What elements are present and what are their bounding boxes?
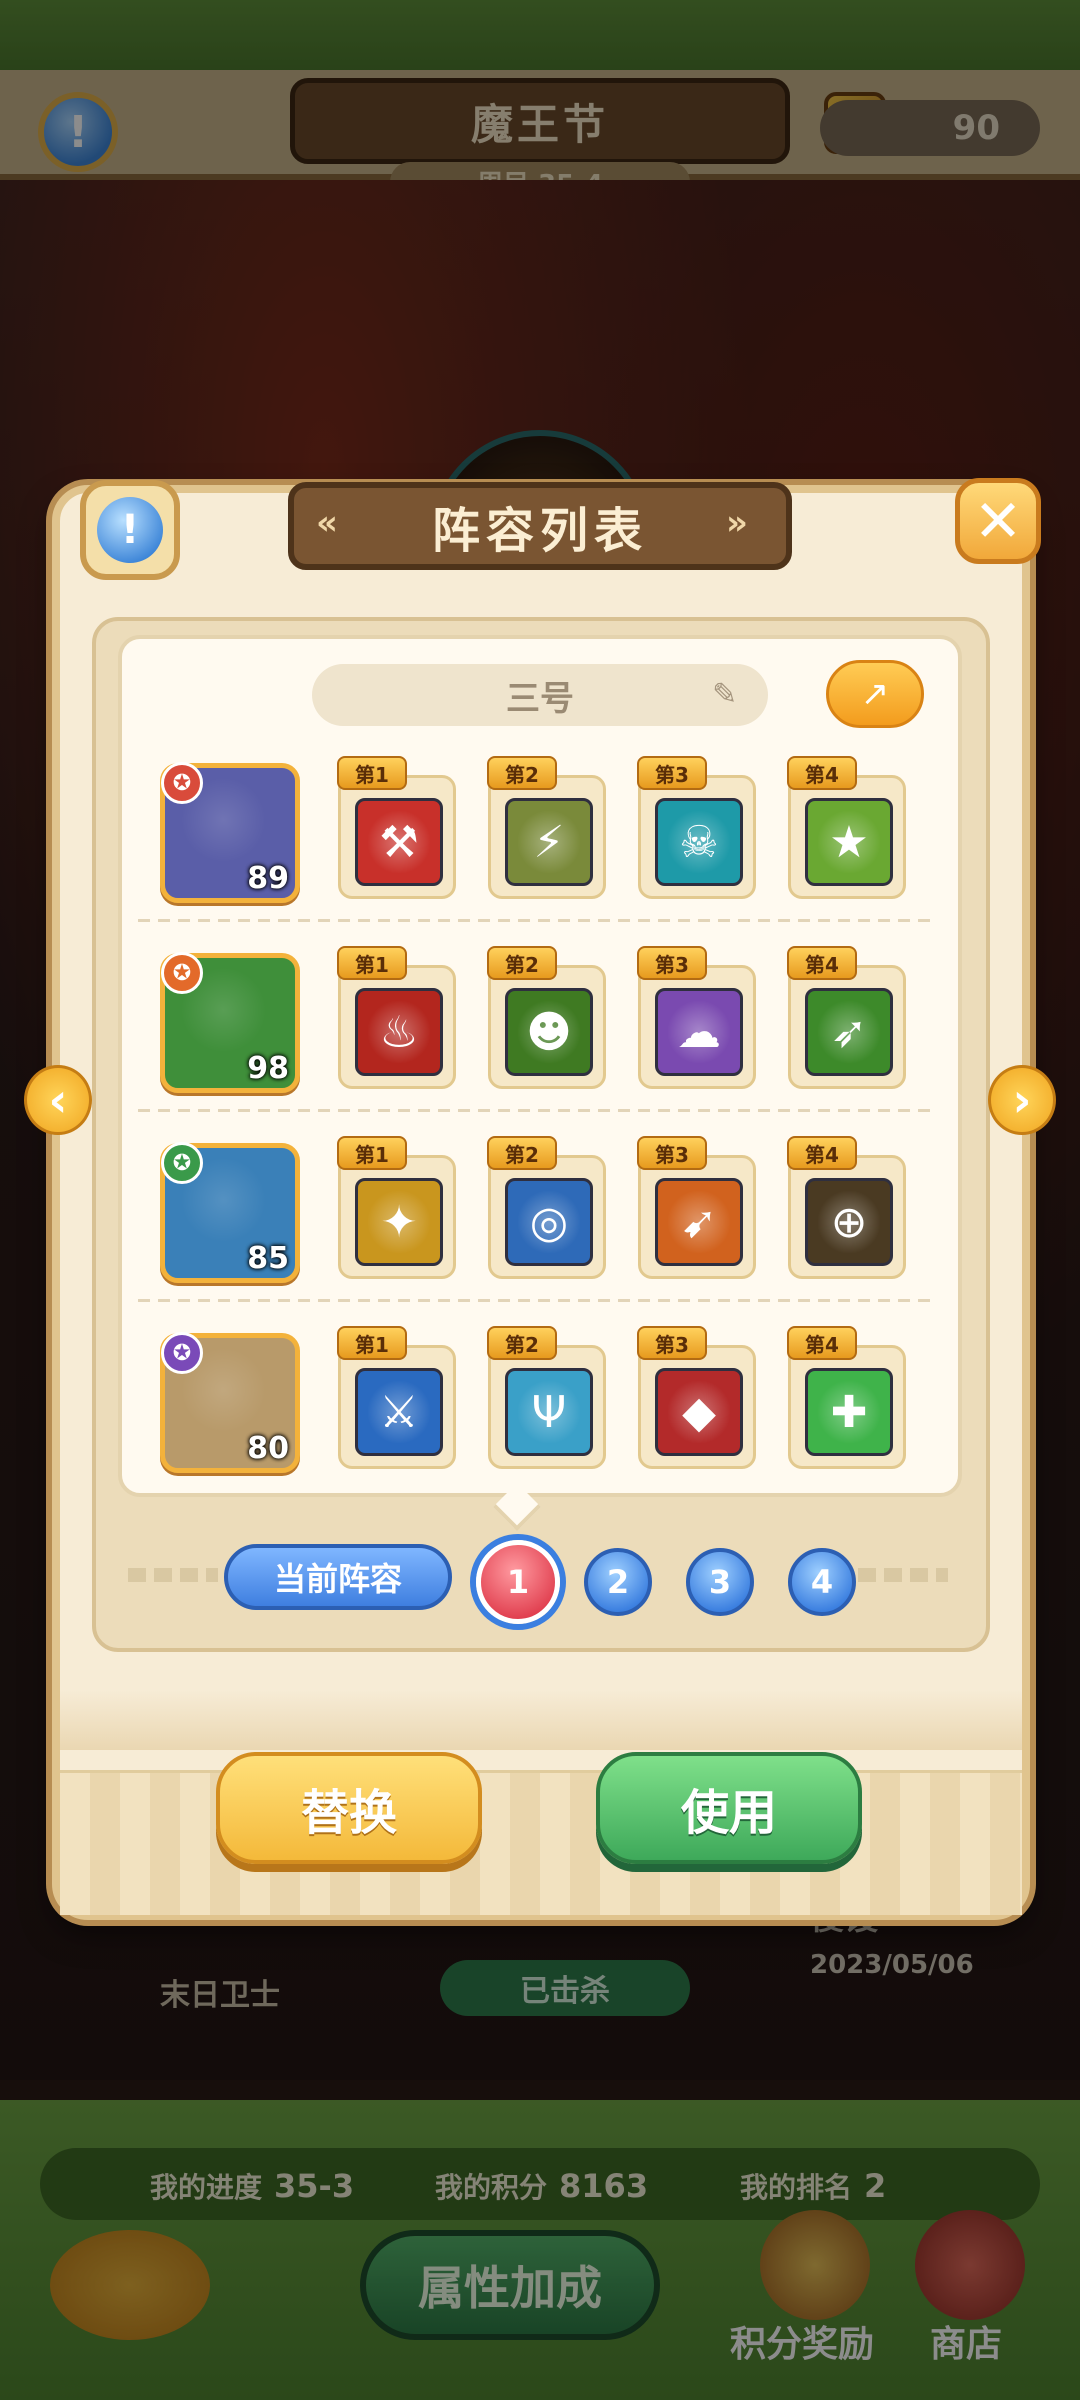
dash-icon: ➶	[805, 988, 893, 1076]
mask-icon: ◆	[655, 1368, 743, 1456]
flame-figure-icon: ♨	[355, 988, 443, 1076]
hero-level: 89	[247, 861, 289, 896]
sword-drop-icon: ⚔	[355, 1368, 443, 1456]
skill-order-tag: 第2	[487, 756, 557, 790]
skill-slot[interactable]: 第2 Ψ	[487, 1326, 606, 1469]
lineup-info-button[interactable]: !	[80, 480, 180, 580]
skill-order-tag: 第1	[337, 1136, 407, 1170]
modal-title-text: 阵容列表	[431, 503, 648, 559]
hero-class-badge-icon: ✪	[161, 1332, 203, 1374]
skill-slot[interactable]: 第2 ⚡	[487, 756, 606, 899]
skill-slot[interactable]: 第1 ♨	[337, 946, 456, 1089]
ghost-icon: ☁	[655, 988, 743, 1076]
button-strip	[60, 1770, 1022, 1915]
hero-class-badge-icon: ✪	[161, 1142, 203, 1184]
hero-level: 98	[247, 1051, 289, 1086]
trident-icon: Ψ	[505, 1368, 593, 1456]
lineup-row: ✪ 89 第1 ⚒ 第2 ⚡ 第3 ☠ 第4 ★	[138, 747, 938, 917]
tornado-icon: ◎	[505, 1178, 593, 1266]
target-icon: ⊕	[805, 1178, 893, 1266]
heal-icon: ✚	[805, 1368, 893, 1456]
skill-order-tag: 第4	[787, 1136, 857, 1170]
close-button[interactable]: ✕	[955, 478, 1041, 564]
lineup-name-field[interactable]: 三号	[312, 664, 768, 726]
skill-slot[interactable]: 第1 ⚒	[337, 756, 456, 899]
skill-slot[interactable]: 第4 ★	[787, 756, 906, 899]
skill-order-tag: 第3	[637, 1326, 707, 1360]
skill-order-tag: 第4	[787, 1326, 857, 1360]
share-icon: ↗	[860, 674, 890, 714]
info-icon: !	[97, 497, 163, 563]
row-divider	[138, 919, 938, 922]
skill-order-tag: 第1	[337, 946, 407, 980]
skill-slot[interactable]: 第3 ☠	[637, 756, 756, 899]
page-button-4[interactable]: 4	[788, 1548, 856, 1616]
title-right-ornament-icon: »	[726, 503, 754, 543]
next-lineup-arrow-icon[interactable]: ›	[988, 1065, 1056, 1135]
hero-level: 80	[247, 1431, 289, 1466]
lineup-pager: 当前阵容 1 2 3 4	[118, 1534, 962, 1624]
close-icon: ✕	[973, 487, 1023, 555]
skill-slot[interactable]: 第1 ✦	[337, 1136, 456, 1279]
hero-portrait[interactable]: ✪ 80	[160, 1332, 300, 1473]
prev-lineup-arrow-icon[interactable]: ‹	[24, 1065, 92, 1135]
skill-order-tag: 第1	[337, 1326, 407, 1360]
page-button-1[interactable]: 1	[476, 1540, 560, 1624]
shield-star-icon: ★	[805, 798, 893, 886]
spirit-icon: ☠	[655, 798, 743, 886]
replace-button[interactable]: 替换	[216, 1752, 482, 1864]
modal-title: « 阵容列表 »	[288, 482, 792, 570]
skill-slot[interactable]: 第2 ☻	[487, 946, 606, 1089]
bolt-icon: ⚡	[505, 798, 593, 886]
skill-order-tag: 第3	[637, 1136, 707, 1170]
spear-icon: ➹	[655, 1178, 743, 1266]
skill-order-tag: 第1	[337, 756, 407, 790]
hero-level: 85	[247, 1241, 289, 1276]
title-left-ornament-icon: «	[316, 503, 344, 543]
lineup-row: ✪ 85 第1 ✦ 第2 ◎ 第3 ➹ 第4 ⊕	[138, 1127, 938, 1297]
skill-order-tag: 第4	[787, 946, 857, 980]
skill-slot[interactable]: 第3 ☁	[637, 946, 756, 1089]
skill-slot[interactable]: 第4 ✚	[787, 1326, 906, 1469]
hero-portrait[interactable]: ✪ 89	[160, 762, 300, 903]
skill-order-tag: 第3	[637, 946, 707, 980]
skill-order-tag: 第2	[487, 946, 557, 980]
lineup-row: ✪ 98 第1 ♨ 第2 ☻ 第3 ☁ 第4 ➶	[138, 937, 938, 1107]
skill-order-tag: 第2	[487, 1136, 557, 1170]
hero-class-badge-icon: ✪	[161, 952, 203, 994]
pager-left-ornament	[128, 1568, 218, 1582]
skill-slot[interactable]: 第4 ➶	[787, 946, 906, 1089]
lineup-row: ✪ 80 第1 ⚔ 第2 Ψ 第3 ◆ 第4 ✚	[138, 1317, 938, 1487]
pager-right-ornament	[858, 1568, 948, 1582]
skill-slot[interactable]: 第1 ⚔	[337, 1326, 456, 1469]
row-divider	[138, 1109, 938, 1112]
current-lineup-label: 当前阵容	[224, 1544, 452, 1610]
skill-slot[interactable]: 第3 ◆	[637, 1326, 756, 1469]
row-divider	[138, 1299, 938, 1302]
edit-icon[interactable]: ✎	[712, 678, 746, 712]
skill-slot[interactable]: 第3 ➹	[637, 1136, 756, 1279]
page-button-3[interactable]: 3	[686, 1548, 754, 1616]
use-button[interactable]: 使用	[596, 1752, 862, 1864]
page-button-2[interactable]: 2	[584, 1548, 652, 1616]
goblin-icon: ☻	[505, 988, 593, 1076]
stars-icon: ✦	[355, 1178, 443, 1266]
skill-order-tag: 第4	[787, 756, 857, 790]
skill-slot[interactable]: 第2 ◎	[487, 1136, 606, 1279]
decorative-landscape	[60, 1690, 1022, 1750]
share-button[interactable]: ↗	[826, 660, 924, 728]
skill-slot[interactable]: 第4 ⊕	[787, 1136, 906, 1279]
skill-order-tag: 第2	[487, 1326, 557, 1360]
hero-class-badge-icon: ✪	[161, 762, 203, 804]
hero-portrait[interactable]: ✪ 85	[160, 1142, 300, 1283]
axe-icon: ⚒	[355, 798, 443, 886]
skill-order-tag: 第3	[637, 756, 707, 790]
hero-portrait[interactable]: ✪ 98	[160, 952, 300, 1093]
